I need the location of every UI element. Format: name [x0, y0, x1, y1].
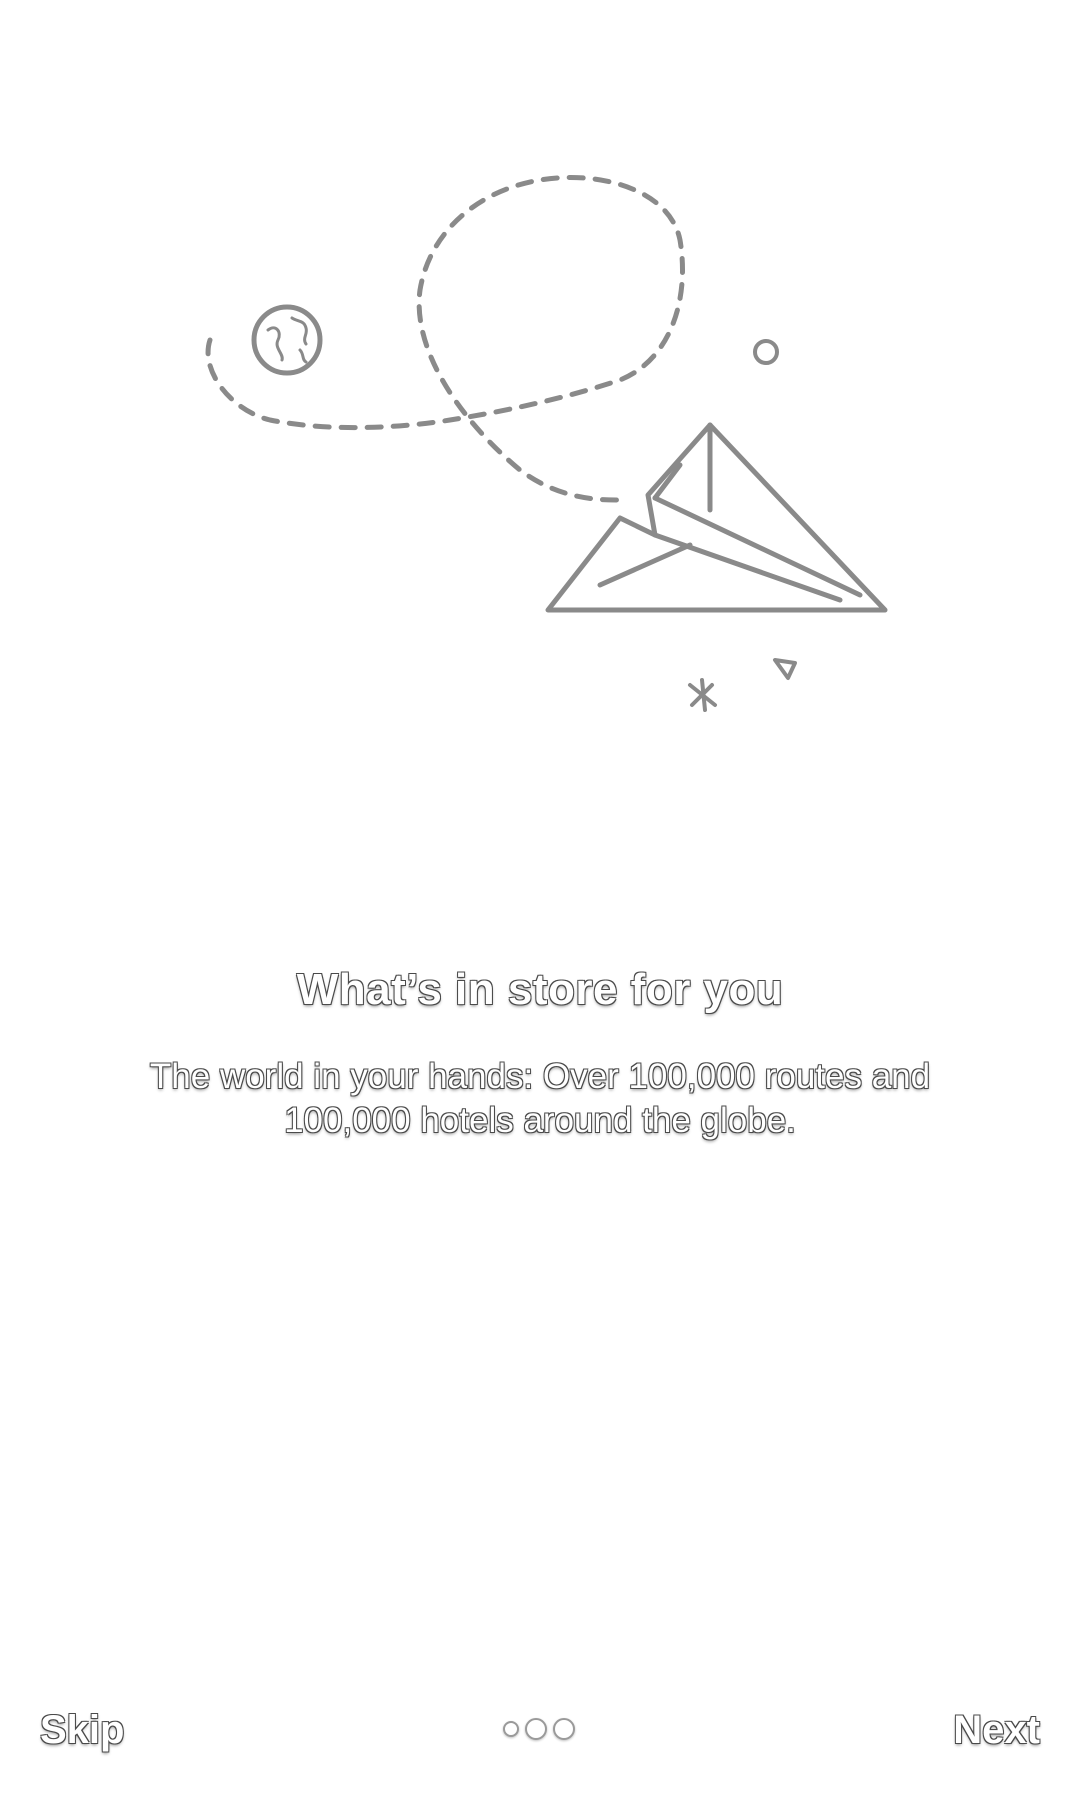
small-triangle-icon [773, 658, 797, 680]
page-dot-1 [503, 1721, 519, 1737]
globe-icon [251, 304, 323, 376]
page-dot-3 [553, 1718, 575, 1740]
onboarding-title: What’s in store for you [296, 965, 784, 1014]
paper-plane-icon [545, 422, 888, 613]
onboarding-description: The world in your hands: Over 100,000 ro… [149, 1057, 931, 1140]
onboarding-screen: What’s in store for you The world in you… [0, 0, 1080, 1794]
page-dot-2 [525, 1718, 547, 1740]
page-indicator [503, 1718, 575, 1740]
small-circle-icon [753, 339, 779, 365]
sparkle-icon [688, 678, 717, 712]
onboarding-footer: Skip Next [0, 1690, 1080, 1770]
onboarding-illustration [205, 175, 888, 712]
next-button[interactable]: Next [943, 1690, 1050, 1770]
skip-button[interactable]: Skip [30, 1690, 134, 1770]
